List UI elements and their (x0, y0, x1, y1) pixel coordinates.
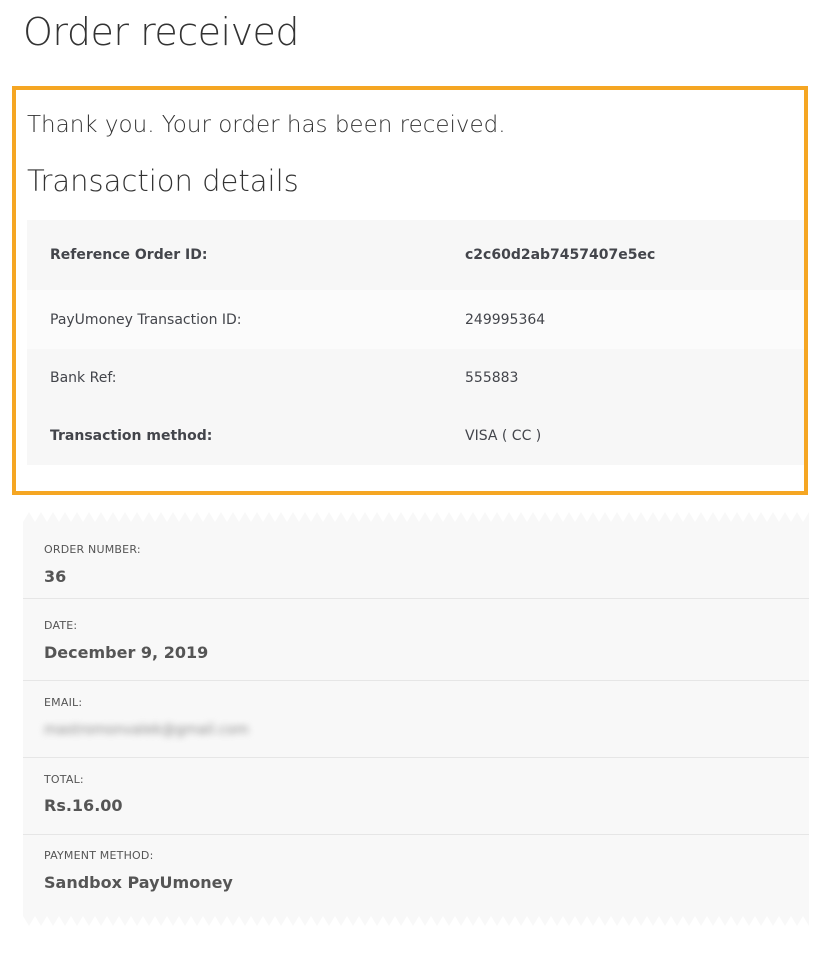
receipt-zigzag-top (23, 512, 809, 522)
page-title: Order received (23, 10, 300, 54)
total-value: Rs.16.00 (44, 796, 123, 815)
reference-order-id-label: Reference Order ID: (50, 247, 208, 263)
payment-method-label: PAYMENT METHOD: (44, 849, 154, 862)
transaction-highlight-box: Thank you. Your order has been received.… (12, 86, 808, 495)
payumoney-transaction-id-value: 249995364 (465, 311, 546, 328)
payment-method-value: Sandbox PayUmoney (44, 873, 233, 892)
table-row: Transaction method: VISA ( CC ) (27, 407, 804, 465)
total-label: TOTAL: (44, 773, 84, 786)
date-label: DATE: (44, 619, 78, 632)
email-item: EMAIL: mastromonvalek@gmail.com (23, 681, 809, 758)
table-row: Reference Order ID: c2c60d2ab7457407e5ec (27, 220, 804, 290)
order-overview: ORDER NUMBER: 36 DATE: December 9, 2019 … (23, 522, 809, 916)
bank-ref-label: Bank Ref: (50, 370, 117, 386)
bank-ref-value: 555883 (465, 370, 519, 386)
transaction-method-label: Transaction method: (50, 428, 213, 444)
payumoney-transaction-id-label: PayUmoney Transaction ID: (50, 311, 242, 328)
payment-method-item: PAYMENT METHOD: Sandbox PayUmoney (23, 834, 809, 911)
thank-you-notice: Thank you. Your order has been received. (27, 112, 506, 138)
order-number-value: 36 (44, 567, 67, 586)
date-value: December 9, 2019 (44, 643, 209, 662)
order-number-item: ORDER NUMBER: 36 (23, 522, 809, 599)
table-row: Bank Ref: 555883 (27, 349, 804, 407)
total-item: TOTAL: Rs.16.00 (23, 758, 809, 835)
reference-order-id-value: c2c60d2ab7457407e5ec (465, 247, 656, 263)
receipt-zigzag-bottom (23, 916, 809, 926)
email-label: EMAIL: (44, 696, 83, 709)
transaction-details-table: Reference Order ID: c2c60d2ab7457407e5ec… (27, 220, 804, 465)
table-row: PayUmoney Transaction ID: 249995364 (27, 290, 804, 349)
transaction-details-heading: Transaction details (27, 164, 299, 198)
email-value: mastromonvalek@gmail.com (44, 722, 249, 738)
date-item: DATE: December 9, 2019 (23, 604, 809, 681)
transaction-method-value: VISA ( CC ) (465, 428, 542, 444)
order-number-label: ORDER NUMBER: (44, 543, 141, 556)
